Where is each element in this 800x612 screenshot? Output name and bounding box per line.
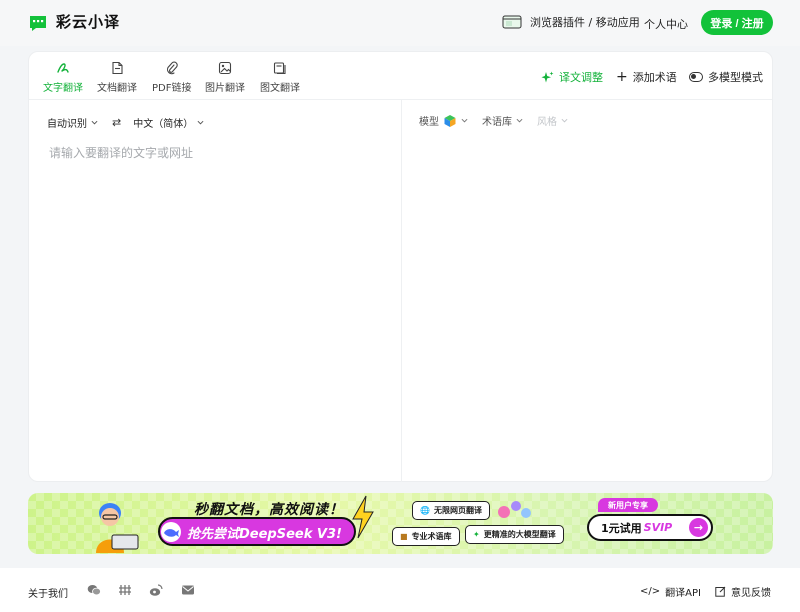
swap-languages-icon[interactable]: ⇄ <box>112 116 121 129</box>
tab-label: 图文翻译 <box>260 83 300 94</box>
wechat-icon[interactable] <box>87 583 101 597</box>
termbase-select[interactable]: 术语库 <box>482 113 523 128</box>
top-header: 彩云小译 浏览器插件 / 移动应用 个人中心 登录 / 注册 <box>0 0 800 46</box>
edit-icon <box>715 586 726 597</box>
tab-pdf-link[interactable]: PDF链接 <box>152 61 191 94</box>
browser-icon <box>502 15 522 29</box>
plus-icon: + <box>616 69 628 85</box>
termbase-label: 术语库 <box>482 117 512 128</box>
lightning-icon <box>352 495 374 539</box>
app-logo[interactable]: 彩云小译 <box>28 11 120 32</box>
mail-icon[interactable] <box>181 583 195 597</box>
tab-label: 文档翻译 <box>97 83 137 94</box>
target-language-label: 中文（简体） <box>133 119 194 130</box>
chevron-down-icon <box>561 118 568 123</box>
new-user-badge: 新用户专享 <box>598 498 658 512</box>
plugins-link[interactable]: 浏览器插件 / 移动应用 <box>502 14 640 30</box>
whale-icon <box>161 522 181 542</box>
tab-image-text-translate[interactable]: 图文翻译 <box>260 61 300 94</box>
banner-pill-text: 抢先尝试DeepSeek V3! <box>187 527 342 542</box>
book-icon: ■ <box>400 532 408 541</box>
banner-tag-label: 更精准的大模型翻译 <box>483 530 556 539</box>
banner-tag-term: ■ 专业术语库 <box>392 527 460 546</box>
cta-label: 1元试用 <box>601 521 642 535</box>
tab-label: PDF链接 <box>152 83 192 94</box>
chevron-down-icon <box>91 120 98 125</box>
about-us-link[interactable]: 关于我们 <box>28 585 68 600</box>
style-select[interactable]: 风格 <box>537 113 568 128</box>
multi-model-toggle[interactable]: 多模型模式 <box>689 69 763 85</box>
model-label: 模型 <box>419 117 439 128</box>
arrow-right-icon: → <box>689 518 708 537</box>
target-language-select[interactable]: 中文（简体） <box>133 115 204 130</box>
document-icon <box>112 61 123 75</box>
tab-image-translate[interactable]: 图片翻译 <box>205 61 245 94</box>
translator-card: 文字翻译 文档翻译 PDF链接 图片翻译 图文翻译 译文调整 + 添加术语 多模… <box>28 51 773 482</box>
logo-icon <box>30 15 46 31</box>
tab-bar: 文字翻译 文档翻译 PDF链接 图片翻译 图文翻译 译文调整 + 添加术语 多模… <box>29 52 772 100</box>
model-select[interactable]: 模型 <box>419 113 468 128</box>
cta-vip-label: SVIP <box>643 521 673 534</box>
target-options-bar: 模型 术语库 风格 <box>419 113 568 128</box>
add-term-label: 添加术语 <box>632 71 677 84</box>
model-cube-icon <box>444 114 456 127</box>
style-label: 风格 <box>537 117 557 128</box>
banner-tag-model: ✦ 更精准的大模型翻译 <box>465 525 564 544</box>
api-label: 翻译API <box>665 588 701 599</box>
chevron-down-icon <box>461 118 468 123</box>
add-term-button[interactable]: + 添加术语 <box>616 69 677 85</box>
tab-label: 文字翻译 <box>43 83 83 94</box>
sparkle-icon <box>541 71 554 82</box>
feedback-label: 意见反馈 <box>731 588 771 599</box>
adjust-label: 译文调整 <box>559 71 603 84</box>
promo-banner[interactable]: 秒翻文档，高效阅读！ 抢先尝试DeepSeek V3! 🌐 无限网页翻译 ■ 专… <box>28 493 773 554</box>
app-name: 彩云小译 <box>56 13 121 31</box>
multi-model-label: 多模型模式 <box>708 71 763 84</box>
language-bar: 自动识别 ⇄ 中文（简体） <box>47 115 204 130</box>
reader-illustration-icon <box>96 503 139 553</box>
globe-icon: 🌐 <box>420 506 430 515</box>
chevron-down-icon <box>516 118 523 123</box>
svip-trial-button[interactable]: 1元试用 SVIP → <box>587 514 713 541</box>
source-language-label: 自动识别 <box>47 119 87 130</box>
toggle-icon <box>689 72 703 82</box>
login-button[interactable]: 登录 / 注册 <box>701 10 773 35</box>
tab-document-translate[interactable]: 文档翻译 <box>97 61 137 94</box>
plugins-label: 浏览器插件 / 移动应用 <box>530 16 640 29</box>
tab-text-translate[interactable]: 文字翻译 <box>43 61 83 94</box>
translate-api-link[interactable]: </> 翻译API <box>640 584 701 599</box>
chevron-down-icon <box>197 120 204 125</box>
image-text-icon <box>273 62 286 75</box>
sparkle-icon: ✦ <box>473 530 480 539</box>
xiaohongshu-icon[interactable] <box>118 583 132 597</box>
source-language-select[interactable]: 自动识别 <box>47 115 98 130</box>
banner-tag-label: 无限网页翻译 <box>433 506 482 515</box>
tab-label: 图片翻译 <box>205 83 245 94</box>
paperclip-icon <box>166 61 178 75</box>
banner-title: 秒翻文档，高效阅读！ <box>194 502 344 518</box>
image-icon <box>218 61 232 75</box>
weibo-icon[interactable] <box>149 583 163 597</box>
source-text-input[interactable] <box>49 144 389 464</box>
footer: 关于我们 </> 翻译API 意见反馈 <box>0 568 800 612</box>
banner-tag-label: 专业术语库 <box>411 532 452 541</box>
adjust-translation-button[interactable]: 译文调整 <box>541 69 603 85</box>
code-icon: </> <box>640 586 661 597</box>
personal-center-link[interactable]: 个人中心 <box>644 16 688 32</box>
banner-tag-web: 🌐 无限网页翻译 <box>412 501 490 520</box>
pane-divider <box>401 100 402 482</box>
pen-icon <box>57 63 69 73</box>
bubbles-icon <box>498 501 531 518</box>
feedback-link[interactable]: 意见反馈 <box>715 584 771 599</box>
